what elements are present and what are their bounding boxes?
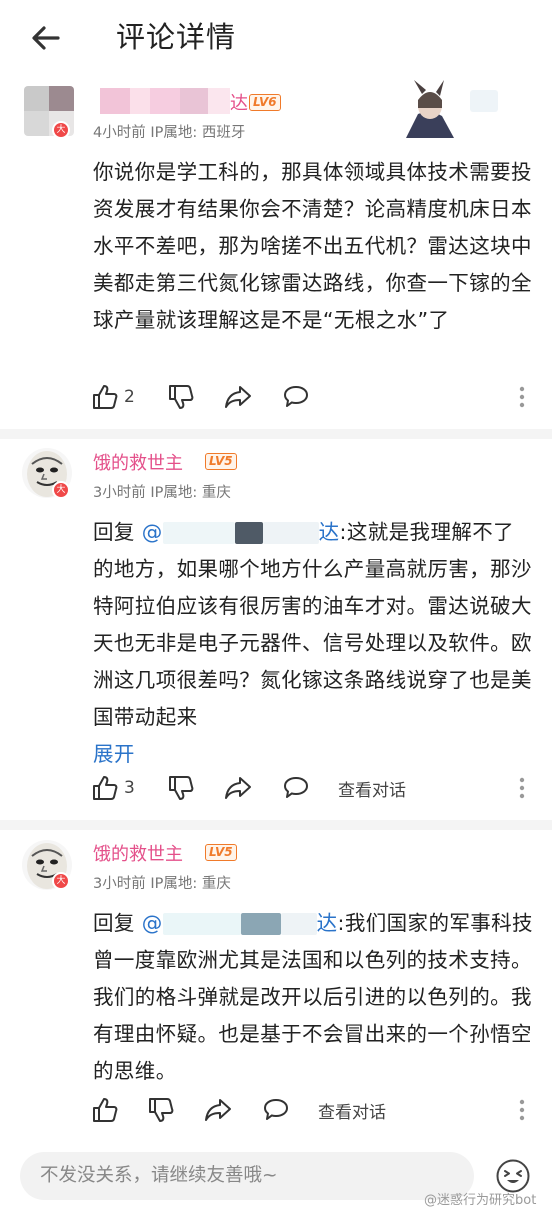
thumbs-up-icon [92, 775, 118, 801]
reply-prefix: 回复 [93, 911, 135, 935]
dislike-button[interactable] [168, 380, 194, 414]
back-arrow-icon[interactable] [26, 18, 66, 58]
redacted-name [240, 913, 281, 935]
reply-button[interactable] [282, 380, 310, 414]
expand-link[interactable]: 展开 [93, 742, 135, 766]
reply-button[interactable] [282, 771, 310, 805]
like-button[interactable] [92, 1093, 118, 1127]
thumbs-down-icon [168, 775, 194, 801]
speech-bubble-icon [282, 775, 310, 801]
thumbs-down-icon [148, 1097, 174, 1123]
redacted-name [280, 913, 317, 935]
share-arrow-icon [204, 1097, 232, 1123]
level-badge: LV5 [205, 844, 237, 861]
comment-text: 你说你是学工科的，那具体领域具体技术需要投资发展才有结果你会不清楚？论高精度机床… [93, 160, 532, 332]
dislike-button[interactable] [168, 771, 194, 805]
divider [0, 820, 552, 830]
dislike-button[interactable] [148, 1093, 174, 1127]
share-arrow-icon [224, 775, 252, 801]
comment-actions: 查看对话 [92, 1093, 532, 1127]
redacted-name [262, 522, 319, 544]
reply-button[interactable] [262, 1093, 290, 1127]
watermark: @迷惑行为研究bot [424, 1193, 537, 1208]
speech-bubble-icon [282, 384, 310, 410]
like-count: 2 [124, 387, 135, 407]
speech-bubble-icon [262, 1097, 290, 1123]
comment-meta: 3小时前 IP属地: 重庆 [93, 876, 231, 892]
level-badge: LV6 [249, 94, 281, 111]
share-arrow-icon [224, 384, 252, 410]
comment-text: 回复 @ 达:我们国家的军事科技曾一度靠欧洲尤其是法国和以色列的技术支持。我们的格… [93, 911, 533, 1083]
vip-badge: 大 [52, 481, 70, 499]
view-conversation-link[interactable]: 查看对话 [318, 1098, 386, 1123]
comment-actions: 3 查看对话 [92, 771, 532, 805]
comment-actions: 2 [92, 380, 532, 414]
decoration-image [396, 80, 466, 140]
mention-link[interactable]: @ 达 [142, 911, 338, 935]
comment-text: 回复 @ 达:这就是我理解不了的地方，如果哪个地方什么产量高就厉害，那沙特阿拉伯应… [93, 520, 532, 766]
vip-badge: 大 [52, 121, 70, 139]
vip-badge: 大 [52, 872, 70, 890]
username[interactable]: 饿的救世主 [93, 449, 183, 475]
share-button[interactable] [204, 1093, 232, 1127]
divider [0, 429, 552, 439]
like-button[interactable]: 2 [92, 380, 135, 414]
level-badge: LV5 [205, 453, 237, 470]
share-button[interactable] [224, 380, 252, 414]
more-options-icon[interactable] [512, 1095, 532, 1125]
share-button[interactable] [224, 771, 252, 805]
username-redacted[interactable] [100, 88, 230, 114]
view-conversation-link[interactable]: 查看对话 [338, 776, 406, 801]
more-options-icon[interactable] [512, 773, 532, 803]
mention-link[interactable]: @ 达 [142, 520, 340, 544]
top-bar: 评论详情 [0, 0, 552, 78]
thumbs-down-icon [168, 384, 194, 410]
redacted-name [162, 913, 241, 935]
like-count: 3 [124, 778, 135, 798]
redacted-name [162, 522, 235, 544]
username[interactable]: 达 [230, 89, 248, 115]
username[interactable]: 饿的救世主 [93, 840, 183, 866]
comment-input[interactable]: 不发没关系，请继续友善哦~ [20, 1152, 474, 1200]
like-button[interactable]: 3 [92, 771, 135, 805]
comment-meta: 4小时前 IP属地: 西班牙 [93, 125, 246, 141]
redacted-name [234, 522, 263, 544]
blurred-sticker [470, 90, 498, 112]
thumbs-up-icon [92, 1097, 118, 1123]
reply-prefix: 回复 [93, 520, 135, 544]
more-options-icon[interactable] [512, 382, 532, 412]
comment-meta: 3小时前 IP属地: 重庆 [93, 485, 231, 501]
page-title: 评论详情 [116, 20, 237, 54]
thumbs-up-icon [92, 384, 118, 410]
